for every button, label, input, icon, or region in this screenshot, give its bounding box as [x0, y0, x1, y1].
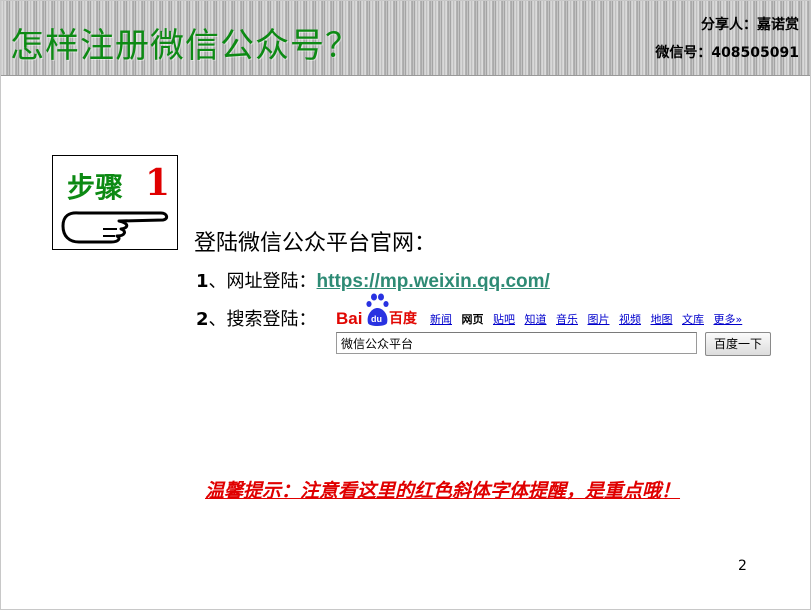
baidu-search-button[interactable]: 百度一下	[705, 332, 771, 356]
sharer-label: 分享人：嘉诺赏	[701, 17, 799, 33]
step-box: 步骤 1	[52, 155, 178, 250]
baidu-nav-more[interactable]: 更多»	[714, 313, 743, 326]
baidu-logo-cn: 百度	[389, 310, 418, 327]
baidu-nav-web[interactable]: 网页	[462, 313, 484, 326]
baidu-logo-bai: Bai	[336, 309, 362, 328]
baidu-nav-map[interactable]: 地图	[651, 313, 673, 326]
item1-label: 、网址登陆：	[208, 271, 317, 292]
header-band: 怎样注册微信公众号？ 分享人：嘉诺赏 微信号：408505091	[0, 0, 811, 76]
baidu-nav-images[interactable]: 图片	[588, 313, 610, 326]
section-heading: 登陆微信公众平台官网：	[194, 231, 437, 256]
baidu-nav-video[interactable]: 视频	[619, 313, 641, 326]
pointing-hand-icon	[61, 211, 169, 244]
wechat-id-label: 微信号：408505091	[655, 45, 799, 61]
step-number: 1	[145, 162, 171, 204]
step-label: 步骤	[67, 171, 124, 204]
baidu-nav-music[interactable]: 音乐	[556, 313, 578, 326]
weixin-url-link[interactable]: https://mp.weixin.qq.com/	[317, 271, 550, 292]
baidu-nav-news[interactable]: 新闻	[430, 313, 452, 326]
baidu-paw-icon: du	[366, 293, 389, 326]
search-login-row: 2、搜索登陆：	[196, 305, 317, 331]
item2-label: 、搜索登陆：	[208, 309, 317, 330]
baidu-nav: 新闻 网页 贴吧 知道 音乐 图片 视频 地图 文库 更多»	[430, 311, 748, 327]
baidu-paw-du: du	[371, 314, 382, 324]
tip-text: 温馨提示：注意看这里的红色斜体字体提醒，是重点哦！	[205, 480, 681, 502]
page-number: 2	[738, 558, 747, 574]
item2-number: 2	[196, 309, 209, 330]
baidu-search-screenshot: Bai du 百度 新闻 网页 贴吧 知道 音乐 图片 视频 地图 文库 更多»…	[336, 293, 776, 363]
baidu-nav-zhidao[interactable]: 知道	[525, 313, 547, 326]
baidu-nav-tieba[interactable]: 贴吧	[493, 313, 515, 326]
slide-title: 怎样注册微信公众号？	[10, 26, 360, 66]
slide: 怎样注册微信公众号？ 分享人：嘉诺赏 微信号：408505091 步骤 1 登陆…	[0, 0, 811, 610]
baidu-search-input[interactable]: 微信公众平台	[336, 332, 697, 354]
item1-number: 1	[196, 271, 209, 292]
baidu-logo: Bai du 百度	[336, 293, 418, 328]
url-login-row: 1、网址登陆：https://mp.weixin.qq.com/	[196, 267, 550, 293]
baidu-nav-wenku[interactable]: 文库	[682, 313, 704, 326]
